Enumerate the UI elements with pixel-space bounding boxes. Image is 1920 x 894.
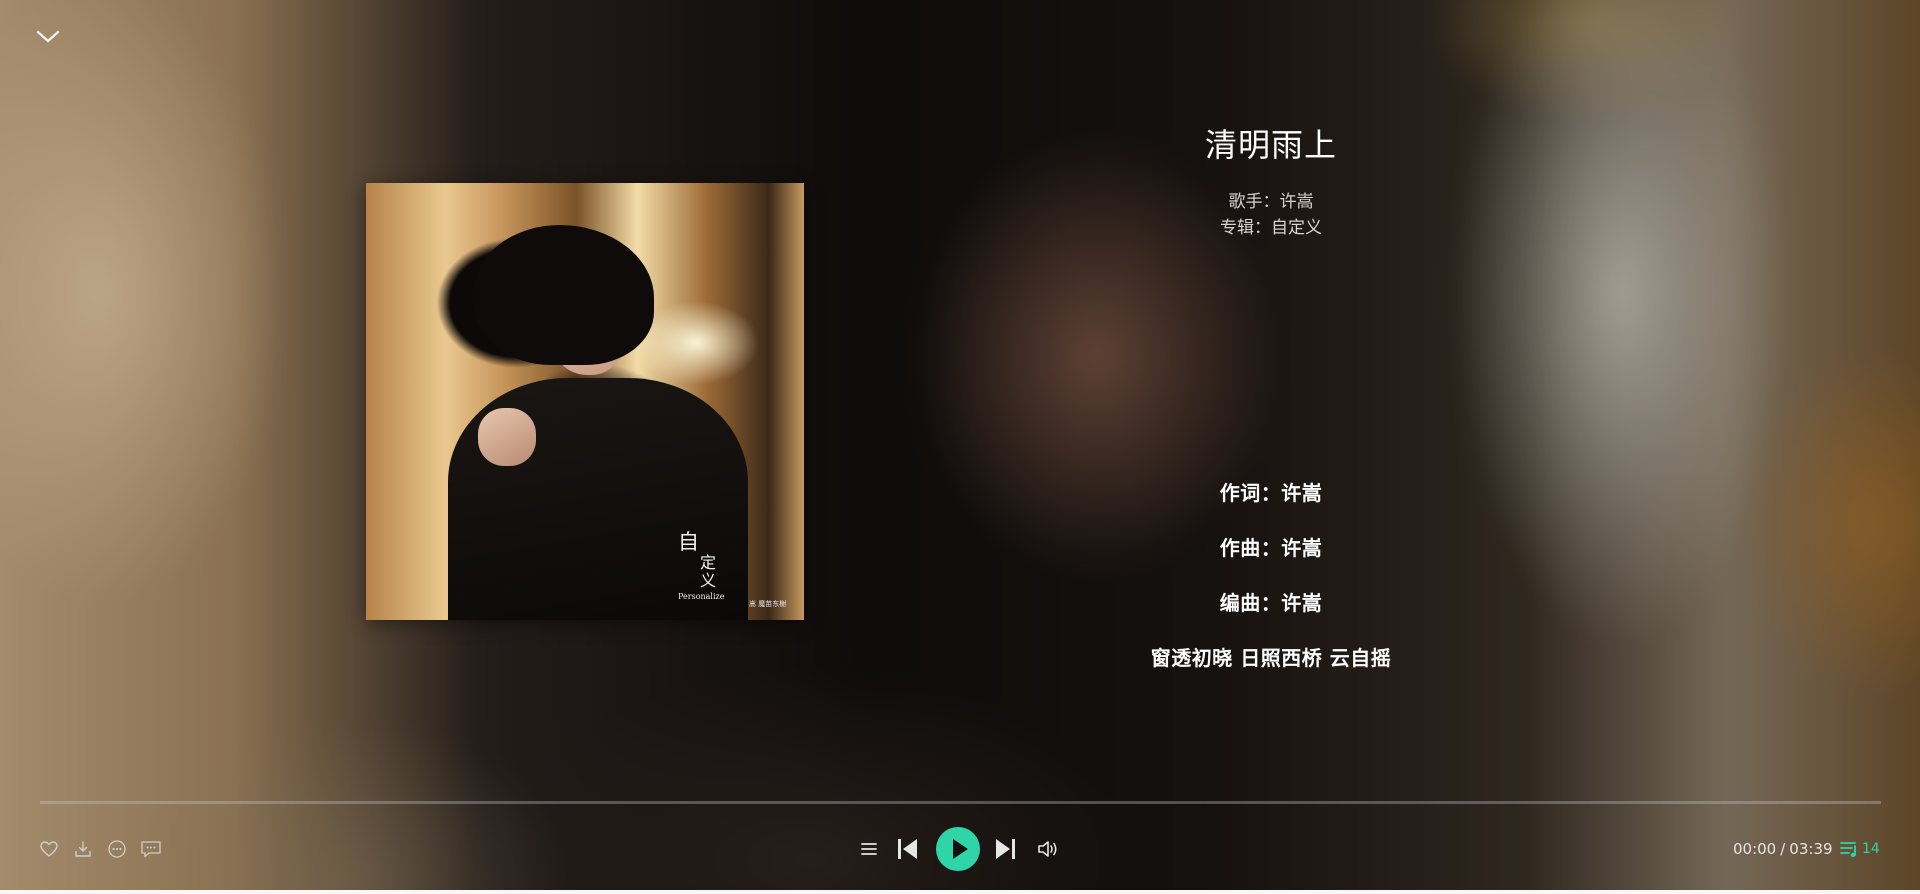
- lyric-line: 作曲：许嵩: [1219, 536, 1323, 560]
- total-time: 03:39: [1789, 840, 1833, 858]
- playlist-button[interactable]: 14: [1840, 838, 1880, 860]
- album-cover: 自 定 义 Personalize 嵩 魔苗东榭: [366, 183, 804, 620]
- more-icon[interactable]: [107, 839, 127, 859]
- album-cover-credit: 嵩 魔苗东榭: [749, 600, 787, 608]
- singer-info: 歌手：许嵩: [1071, 187, 1471, 212]
- volume-icon[interactable]: [1036, 838, 1060, 860]
- lyrics-panel: 作词：许嵩 作曲：许嵩 编曲：许嵩 窗透初晓 日照西桥 云自摇: [1071, 477, 1471, 697]
- current-time: 00:00: [1733, 840, 1777, 858]
- song-title: 清明雨上: [1204, 126, 1337, 164]
- comment-icon[interactable]: [140, 839, 162, 859]
- album-info: 专辑：自定义: [1071, 213, 1471, 238]
- album-label: 专辑：: [1220, 218, 1271, 238]
- heart-icon[interactable]: [39, 839, 59, 859]
- playlist-icon: [1840, 842, 1856, 858]
- playback-time: 00:00/03:39: [1733, 840, 1833, 858]
- lyric-line: 窗透初晓 日照西桥 云自摇: [1150, 646, 1392, 670]
- lyric-line: 编曲：许嵩: [1219, 591, 1323, 615]
- next-icon[interactable]: [992, 836, 1018, 862]
- download-icon[interactable]: [73, 839, 93, 859]
- playlist-count: 14: [1862, 841, 1880, 857]
- album-name[interactable]: 自定义: [1271, 218, 1322, 238]
- singer-name[interactable]: 许嵩: [1280, 192, 1314, 212]
- album-cover-title: 自 定 义 Personalize: [678, 530, 725, 602]
- previous-icon[interactable]: [895, 836, 921, 862]
- chevron-down-icon[interactable]: [34, 24, 62, 48]
- play-button[interactable]: [936, 827, 980, 871]
- singer-label: 歌手：: [1228, 192, 1280, 212]
- lyric-line: 作词：许嵩: [1219, 481, 1323, 505]
- play-icon: [953, 839, 968, 859]
- music-player-fullscreen: 自 定 义 Personalize 嵩 魔苗东榭 清明雨上 歌手：许嵩 专辑：自…: [0, 0, 1920, 890]
- list-icon[interactable]: [859, 839, 879, 859]
- progress-bar[interactable]: [40, 801, 1881, 804]
